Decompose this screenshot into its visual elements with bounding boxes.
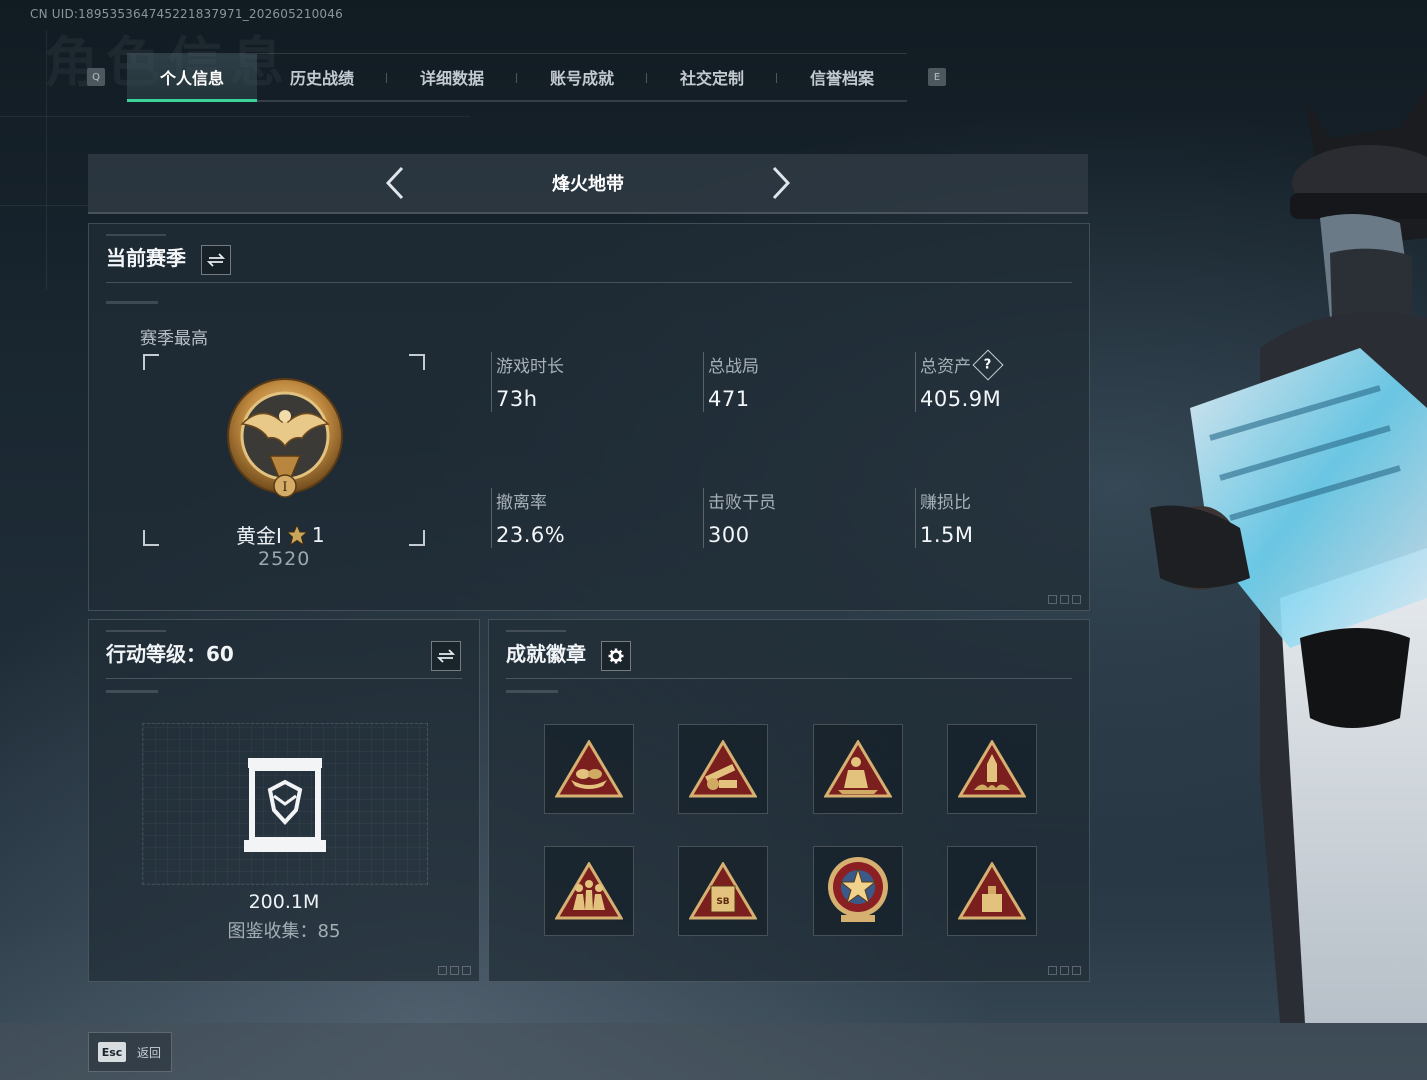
- rank-name: 黄金I: [236, 524, 282, 548]
- achievement-badge[interactable]: [813, 846, 903, 936]
- star-icon: [285, 523, 308, 546]
- decorative-marker: [506, 690, 558, 693]
- operation-level-title: 行动等级：60: [106, 642, 234, 666]
- collection-showcase[interactable]: [142, 723, 428, 885]
- operation-level-panel: 行动等级：60 200.1M 图鉴收集：85: [88, 619, 480, 982]
- player-uid: CN UID:1895353647452218379​71_2026052100…: [30, 7, 343, 21]
- stat-label-row: 总资产 ?: [920, 348, 1100, 381]
- swap-icon: [207, 253, 225, 267]
- achievement-badge[interactable]: SB: [678, 846, 768, 936]
- tab-credit-record[interactable]: 信誉档案: [777, 54, 907, 100]
- star-emblem-badge-icon: [828, 857, 888, 922]
- tab-social-customization[interactable]: 社交定制: [647, 54, 777, 100]
- divider: [106, 282, 1072, 283]
- stat-label: 击败干员: [708, 493, 776, 513]
- stat-value: 1.5M: [920, 523, 974, 547]
- current-season-panel: 当前赛季 赛季最高 I 黄金I 1 2520 游戏时长 73h 总战局 471 …: [88, 223, 1090, 611]
- boat-badge-icon: [555, 740, 623, 798]
- gear-icon: [608, 648, 624, 664]
- background-deco-line: [0, 116, 470, 117]
- stat-label: 总资产: [920, 357, 971, 377]
- divider: [106, 678, 462, 679]
- tab-bar: 个人信息 历史战绩 详细数据 账号成就 社交定制 信誉档案: [127, 53, 907, 102]
- decorative-marker: [506, 630, 566, 632]
- cannon-badge-icon: [689, 740, 757, 798]
- swap-icon: [437, 649, 455, 663]
- stat-value: 73h: [496, 387, 538, 411]
- stat-label: 撤离率: [496, 493, 547, 513]
- achievement-badge[interactable]: [544, 846, 634, 936]
- background-deco-line: [0, 205, 88, 206]
- stat-extraction-rate: 撤离率 23.6%: [491, 488, 676, 548]
- collection-value: 200.1M: [248, 891, 320, 913]
- stat-value: 300: [708, 523, 750, 547]
- decorative-marker: [106, 690, 158, 693]
- stat-operators-defeated: 击败干员 300: [703, 488, 888, 548]
- gold-rank-eagle-icon: I: [227, 378, 343, 498]
- frame-corner: [143, 530, 159, 546]
- svg-text:I: I: [282, 480, 287, 495]
- achievement-badge[interactable]: [947, 724, 1037, 814]
- switch-season-button[interactable]: [201, 245, 231, 275]
- panel-corner-decoration: [1048, 595, 1081, 604]
- switch-level-button[interactable]: [431, 641, 461, 671]
- safe-badge-icon: SB: [689, 862, 757, 920]
- season-best-label: 赛季最高: [140, 329, 208, 349]
- frame-corner: [409, 530, 425, 546]
- achievement-badge[interactable]: [813, 724, 903, 814]
- stat-total-matches: 总战局 471: [703, 352, 888, 412]
- operator-character-portrait: [1150, 88, 1427, 1023]
- decorative-marker: [106, 630, 166, 632]
- kneeling-soldier-badge-icon: [824, 740, 892, 798]
- stat-label: 赚损比: [920, 493, 971, 513]
- svg-text:SB: SB: [716, 897, 729, 907]
- panel-corner-decoration: [1048, 966, 1081, 975]
- tab-personal-info[interactable]: 个人信息: [127, 54, 257, 102]
- stat-value: 471: [708, 387, 750, 411]
- season-title: 当前赛季: [106, 246, 186, 270]
- achievement-badge[interactable]: [544, 724, 634, 814]
- frame-corner: [409, 354, 425, 370]
- back-label: 返回: [137, 1046, 162, 1060]
- back-button[interactable]: Esc 返回: [88, 1032, 172, 1072]
- next-tab-key-hint[interactable]: E: [928, 68, 946, 86]
- stat-profit-loss: 赚损比 1.5M: [915, 488, 1100, 548]
- stat-value: 23.6%: [496, 523, 566, 547]
- divider: [506, 678, 1072, 679]
- rank-name-row: 黄金I 1: [236, 520, 325, 549]
- collection-display-case-icon: [244, 758, 326, 852]
- esc-key-label: Esc: [98, 1042, 126, 1062]
- tab-account-achievements[interactable]: 账号成就: [517, 54, 647, 100]
- help-icon[interactable]: ?: [972, 348, 1004, 381]
- rank-score: 2520: [258, 548, 311, 570]
- rocket-badge-icon: [958, 740, 1026, 798]
- achievement-badges-panel: 成就徽章 SB: [488, 619, 1090, 982]
- decorative-marker: [106, 301, 158, 304]
- decorative-marker: [106, 234, 166, 236]
- chevron-right-icon[interactable]: [764, 164, 798, 202]
- mode-title: 烽火地带: [552, 174, 624, 195]
- mode-selector: 烽火地带: [88, 154, 1088, 214]
- stat-play-time: 游戏时长 73h: [491, 352, 676, 412]
- stat-label: 总战局: [708, 357, 759, 377]
- frame-corner: [143, 354, 159, 370]
- prev-tab-key-hint[interactable]: Q: [87, 68, 105, 86]
- background-deco-line: [46, 30, 47, 290]
- badge-settings-button[interactable]: [601, 641, 631, 671]
- collection-count: 图鉴收集：85: [227, 921, 341, 942]
- panel-corner-decoration: [438, 966, 471, 975]
- crate-badge-icon: [958, 862, 1026, 920]
- stat-total-assets: 总资产 ? 405.9M: [915, 348, 1100, 412]
- rank-star-count: 1: [311, 522, 325, 547]
- squad-badge-icon: [555, 862, 623, 920]
- tab-detailed-data[interactable]: 详细数据: [387, 54, 517, 100]
- achievement-badge[interactable]: [678, 724, 768, 814]
- footer-bar: [0, 1023, 1427, 1080]
- achievements-title: 成就徽章: [506, 642, 586, 666]
- tab-match-history[interactable]: 历史战绩: [257, 54, 387, 100]
- achievement-badge[interactable]: [947, 846, 1037, 936]
- stat-value: 405.9M: [920, 387, 1002, 411]
- stat-label: 游戏时长: [496, 357, 564, 377]
